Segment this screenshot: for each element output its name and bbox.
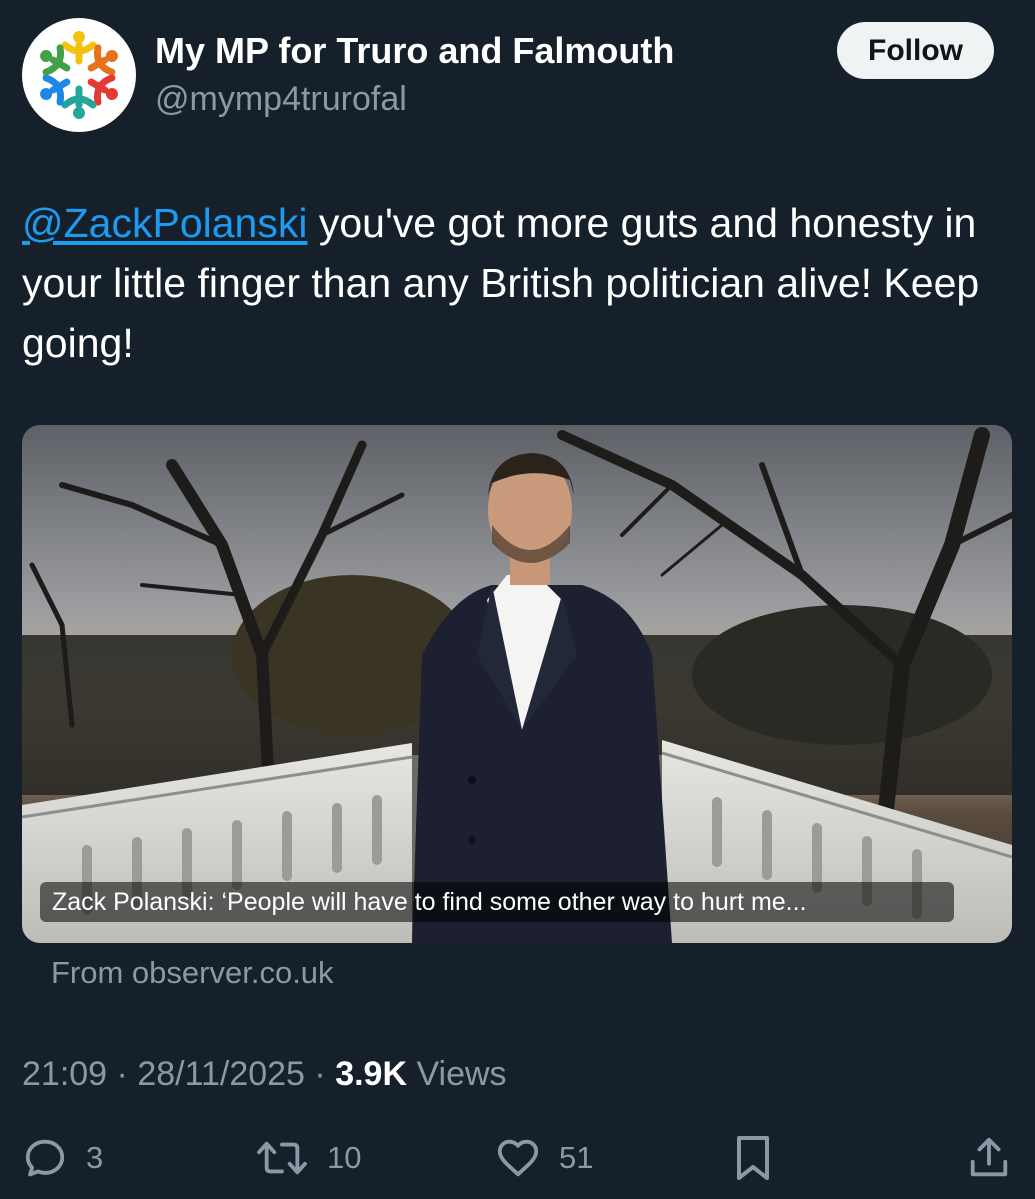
meta-separator: · (304, 1055, 336, 1093)
tweet-text: @ZackPolanski you've got more guts and h… (22, 193, 1012, 373)
author-handle[interactable]: @mymp4trurofal (155, 80, 407, 119)
meta-separator: · (107, 1055, 138, 1093)
tweet-meta: 21:09 · 28/11/2025 · 3.9K Views (22, 1055, 507, 1094)
like-button[interactable]: 51 (495, 1133, 593, 1183)
views-label: Views (407, 1055, 507, 1093)
views-count: 3.9K (335, 1055, 408, 1093)
mention-link[interactable]: @ZackPolanski (22, 200, 307, 246)
follow-button[interactable]: Follow (837, 22, 994, 79)
author-display-name[interactable]: My MP for Truro and Falmouth (155, 30, 674, 72)
tweet-date[interactable]: 28/11/2025 (137, 1055, 305, 1093)
repost-button[interactable]: 10 (255, 1133, 361, 1183)
share-icon (970, 1137, 1008, 1177)
repost-icon (257, 1141, 307, 1175)
repost-count: 10 (327, 1140, 362, 1175)
avatar-logo-icon (40, 31, 118, 119)
reply-button[interactable]: 3 (22, 1133, 103, 1183)
share-button[interactable] (966, 1133, 1012, 1183)
tweet-time[interactable]: 21:09 (22, 1055, 107, 1093)
card-image (22, 425, 1012, 943)
reply-icon (25, 1139, 65, 1177)
heart-icon (497, 1139, 539, 1177)
like-count: 51 (559, 1140, 594, 1175)
bookmark-button[interactable] (733, 1133, 773, 1183)
card-title: Zack Polanski: ‘People will have to find… (40, 882, 954, 922)
bookmark-icon (737, 1136, 769, 1180)
reply-count: 3 (86, 1140, 104, 1175)
link-card[interactable]: Zack Polanski: ‘People will have to find… (22, 425, 1012, 943)
card-source[interactable]: From observer.co.uk (51, 955, 334, 991)
avatar[interactable] (22, 18, 136, 132)
